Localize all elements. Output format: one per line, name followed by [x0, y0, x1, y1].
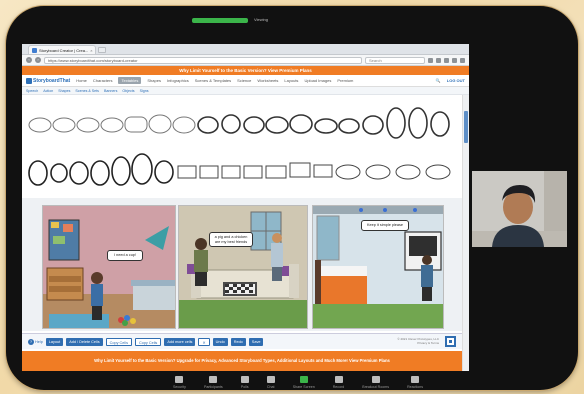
nav-item-infographics[interactable]: Infographics [167, 78, 189, 83]
logout-link[interactable]: LOG OUT [447, 78, 465, 83]
add-delete-cells-button[interactable]: Add / Delete Cells [66, 337, 103, 346]
add-more-cells-button[interactable]: Add more cells [164, 337, 196, 346]
copyright-text: © 2021 Clever Prototypes, LLC Privacy & … [397, 336, 439, 345]
upgrade-banner[interactable]: Why Limit Yourself to the Basic Version?… [22, 66, 469, 75]
shield-icon [175, 376, 184, 383]
breakout-rooms-button[interactable]: Breakout Rooms [362, 376, 389, 389]
layout-button[interactable]: Layout [45, 337, 64, 346]
textables-subnav: Speech Action Shapes Scenes & Sets Banne… [22, 87, 469, 95]
subnav-objects[interactable]: Objects [122, 89, 134, 93]
qr-code-icon[interactable] [445, 336, 456, 347]
nav-item-worksheets[interactable]: Worksheets [257, 78, 278, 83]
url-input[interactable]: https://www.storyboardthat.com/storyboar… [44, 56, 362, 64]
app-navigation: StoryboardThat Home Characters Textables… [22, 75, 469, 87]
speech-bubble-2[interactable]: a pig and a chicken are my best friends [209, 232, 253, 248]
nav-item-layouts[interactable]: Layouts [284, 78, 298, 83]
copy-cells-button-2[interactable]: Copy Cells [134, 337, 162, 346]
back-arrow-icon[interactable]: ‹ [26, 57, 32, 63]
new-tab-button[interactable] [98, 47, 106, 53]
subnav-signs[interactable]: Signs [140, 89, 149, 93]
security-button[interactable]: Security [173, 376, 186, 389]
speech-bubble-palette [22, 95, 460, 197]
browser-tab-bar: Storyboard Creator | Crea... × [22, 44, 469, 55]
storyboardthat-logo[interactable]: StoryboardThat [26, 77, 70, 84]
star-icon[interactable] [428, 57, 433, 63]
participants-button[interactable]: Participants [204, 376, 223, 389]
nav-item-scenes[interactable]: Scenes & Templates [195, 78, 231, 83]
download-icon[interactable] [444, 57, 449, 63]
screen-share-indicator[interactable] [192, 18, 248, 23]
participant-video-tile[interactable] [472, 171, 567, 247]
upgrade-footer-banner[interactable]: Why Limit Yourself to the Basic Version?… [22, 351, 462, 371]
home-icon[interactable] [452, 57, 457, 63]
reactions-icon [411, 376, 420, 383]
help-icon: ? [28, 338, 34, 345]
forward-arrow-icon[interactable]: › [35, 57, 41, 63]
participants-icon [209, 376, 218, 383]
search-icon[interactable]: 🔍 [436, 78, 441, 83]
subnav-speech[interactable]: Speech [26, 89, 38, 93]
nav-item-textables[interactable]: Textables [118, 77, 142, 84]
chat-icon [266, 376, 275, 383]
browser-address-bar: ‹ › https://www.storyboardthat.com/story… [22, 55, 469, 66]
vertical-scrollbar[interactable] [462, 95, 469, 371]
record-button[interactable]: Record [333, 376, 344, 389]
browser-search-input[interactable]: Search [365, 56, 425, 64]
scrollbar-thumb[interactable] [464, 111, 468, 143]
storyboard-cell-3[interactable]: Keep it simple please [312, 205, 444, 329]
polls-button[interactable]: Polls [240, 376, 249, 389]
subnav-shapes[interactable]: Shapes [58, 89, 70, 93]
storyboard-toolbar: ? Help Layout Add / Delete Cells Copy Cel… [22, 333, 462, 349]
speech-bubble-3[interactable]: Keep it simple please [361, 220, 409, 231]
favicon-icon [32, 47, 37, 53]
share-screen-icon [299, 376, 308, 383]
logo-icon [26, 77, 32, 84]
speech-bubble-1[interactable]: I need a cup! [107, 250, 143, 261]
polls-icon [240, 376, 249, 383]
nav-item-premium[interactable]: Premium [337, 78, 353, 83]
shared-screen: Storyboard Creator | Crea... × ‹ › https… [22, 44, 469, 371]
breakout-rooms-icon [371, 376, 380, 383]
subnav-scenes[interactable]: Scenes & Sets [75, 89, 99, 93]
nav-item-home[interactable]: Home [76, 78, 87, 83]
nav-item-upload[interactable]: Upload Images [304, 78, 331, 83]
bookmarks-icon[interactable] [436, 57, 441, 63]
meeting-controls-bar: Security Participants Polls Chat Share S… [22, 373, 574, 394]
meeting-window-frame: Viewing Storyboard Creator | Crea... × ‹… [6, 6, 578, 390]
browser-tab-title: Storyboard Creator | Crea... [39, 47, 89, 53]
chat-button[interactable]: Chat [266, 376, 275, 389]
storyboard-cell-2[interactable]: a pig and a chicken are my best friends [178, 205, 308, 329]
nav-item-shapes[interactable]: Shapes [147, 78, 161, 83]
storyboard-cell-1[interactable]: I need a cup! [42, 205, 176, 329]
redo-button[interactable]: Redo [230, 337, 246, 346]
share-screen-button[interactable]: Share Screen [293, 376, 315, 389]
storyboard-area: I need a cup! a pig and a chicken are my… [22, 198, 462, 331]
menu-icon[interactable] [460, 57, 465, 63]
share-status-text: Viewing [254, 17, 268, 22]
subnav-banners[interactable]: Banners [104, 89, 117, 93]
help-button[interactable]: ? Help [28, 338, 43, 345]
reactions-button[interactable]: Reactions [407, 376, 423, 389]
nav-item-science[interactable]: Science [237, 78, 251, 83]
speech-bubble-library[interactable] [22, 95, 460, 197]
close-tab-icon[interactable]: × [90, 48, 92, 53]
bedroom-scene [43, 206, 175, 328]
undo-button[interactable]: Undo [212, 337, 228, 346]
record-icon [334, 376, 343, 383]
nav-item-characters[interactable]: Characters [93, 78, 113, 83]
living-room-scene [179, 206, 307, 328]
participant-video [472, 171, 567, 247]
browser-tab[interactable]: Storyboard Creator | Crea... × [28, 45, 96, 54]
close-icon[interactable]: ✕ [198, 337, 210, 346]
save-button[interactable]: Save [248, 337, 264, 346]
copy-cells-button[interactable]: Copy Cells [105, 337, 132, 346]
subnav-action[interactable]: Action [43, 89, 53, 93]
